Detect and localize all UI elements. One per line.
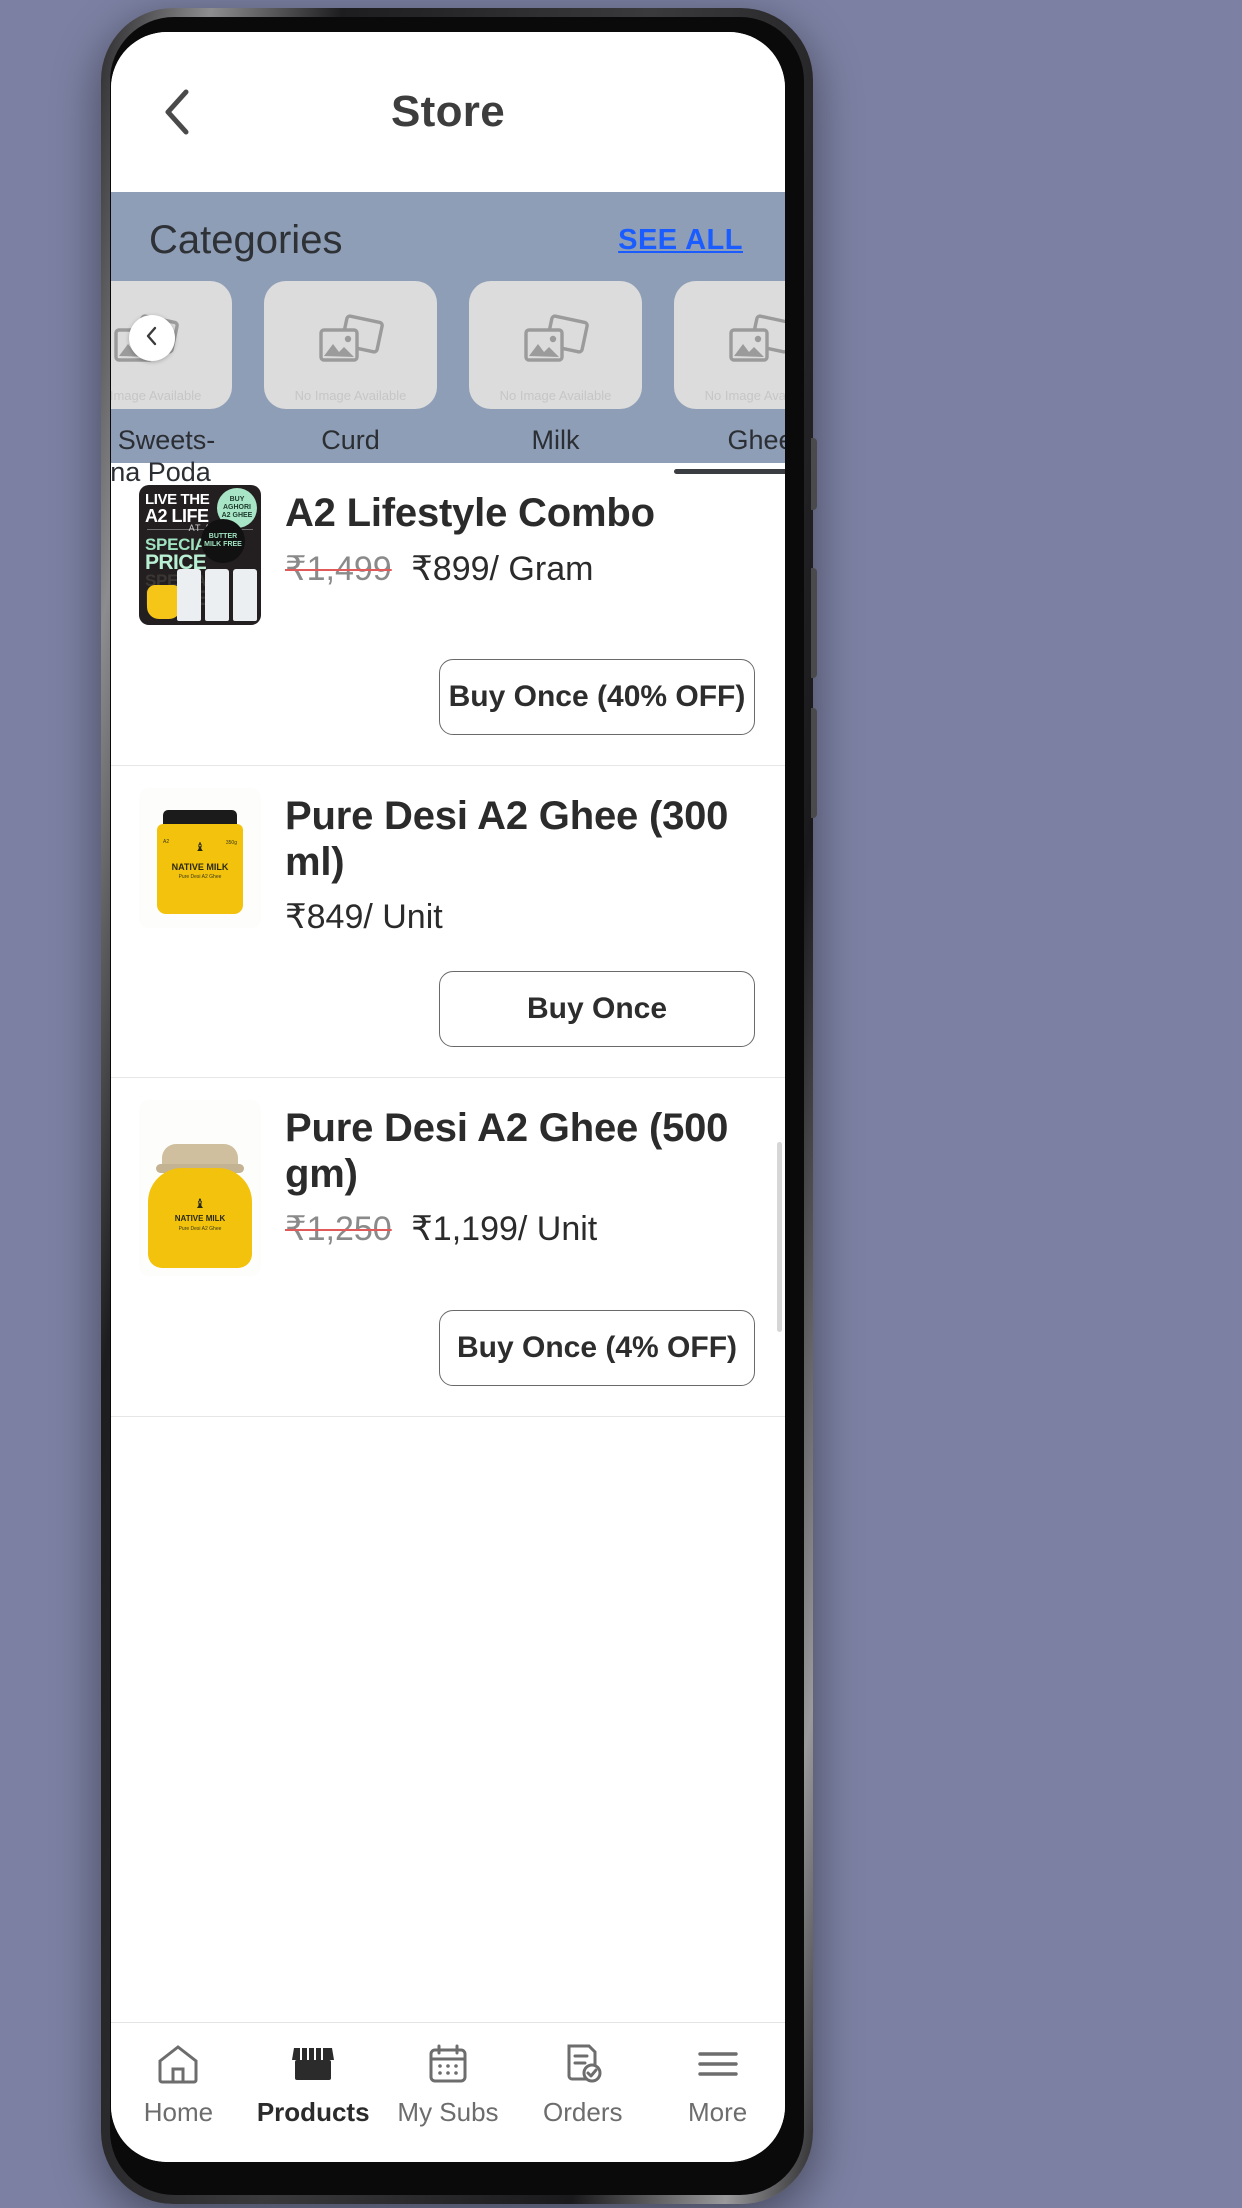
order-list-icon (561, 2041, 605, 2087)
product-row[interactable]: ♝ NATIVE MILK Pure Desi A2 Ghee Pure Des… (111, 1078, 785, 1418)
category-label: Curd (321, 425, 380, 455)
product-info: Pure Desi A2 Ghee (500 gm) ₹1,250 ₹1,199… (285, 1100, 757, 1276)
product-thumbnail: ♝ NATIVE MILK Pure Desi A2 Ghee (139, 1100, 261, 1277)
jar-subtitle: Pure Desi A2 Ghee (178, 874, 222, 880)
jar-logo-icon: ♝ (194, 1196, 206, 1212)
nav-label: Home (143, 2097, 214, 2127)
product-row[interactable]: LIVE THE A2 LIFE AT A SPECIAL PRICE SPEC… (111, 463, 785, 766)
promo-ghee-jar (147, 585, 181, 619)
product-main: ♝ NATIVE MILK Pure Desi A2 Ghee Pure Des… (139, 1100, 757, 1277)
product-main: LIVE THE A2 LIFE AT A SPECIAL PRICE SPEC… (139, 485, 757, 625)
product-info: Pure Desi A2 Ghee (300 ml) ₹849/ Unit (285, 788, 757, 937)
category-thumbnail: No Image Available (469, 281, 642, 409)
product-price-new: ₹899/ Gram (411, 549, 594, 588)
nav-item-orders[interactable]: Orders (515, 2041, 650, 2128)
categories-scroller[interactable]: No Image Available ive Sweets- hena Poda (111, 263, 785, 489)
product-thumbnail: LIVE THE A2 LIFE AT A SPECIAL PRICE SPEC… (139, 485, 261, 625)
product-price: ₹849/ Unit (285, 897, 757, 937)
nav-item-products[interactable]: Products (246, 2041, 381, 2128)
product-price: ₹1,499 ₹899/ Gram (285, 549, 757, 589)
categories-scroll-left-button[interactable] (129, 315, 175, 361)
chevron-left-icon (145, 326, 159, 351)
ghee-jar-artwork: ♝ NATIVE MILK Pure Desi A2 Ghee (139, 1100, 261, 1277)
buy-once-button[interactable]: Buy Once (439, 971, 755, 1048)
category-label: Milk (531, 425, 580, 455)
see-all-link[interactable]: SEE ALL (618, 224, 743, 257)
chevron-left-icon (162, 88, 192, 136)
product-row[interactable]: A2 350g ♝ NATIVE MILK Pure Desi A2 Ghee … (111, 766, 785, 1079)
product-price: ₹1,250 ₹1,199/ Unit (285, 1209, 757, 1249)
page-title: Store (391, 87, 505, 136)
promo-artwork: LIVE THE A2 LIFE AT A SPECIAL PRICE SPEC… (139, 485, 261, 625)
product-info: A2 Lifestyle Combo ₹1,499 ₹899/ Gram (285, 485, 757, 625)
app-screen: Store Categories SEE ALL Image Available… (111, 32, 785, 2162)
promo-bottles (177, 569, 257, 621)
category-item-milk[interactable]: No Image Available Milk (469, 281, 642, 489)
product-main: A2 350g ♝ NATIVE MILK Pure Desi A2 Ghee … (139, 788, 757, 937)
bottom-navigation: Home Products My Subs Orders More (111, 2022, 785, 2162)
product-price-new: ₹849/ Unit (285, 898, 443, 937)
category-thumbnail: No Image Available (264, 281, 437, 409)
image-placeholder-label: No Image Available (294, 388, 407, 403)
product-price-new: ₹1,199/ Unit (411, 1210, 598, 1249)
categories-section: Categories SEE ALL Image Available Sweet… (111, 192, 785, 487)
back-button[interactable] (151, 86, 203, 138)
product-name: A2 Lifestyle Combo (285, 491, 655, 535)
category-thumbnail: No Image Available (674, 281, 785, 409)
phone-side-button-volume-up[interactable] (811, 568, 817, 678)
categories-title: Categories (149, 218, 343, 262)
product-actions: Buy Once (139, 937, 757, 1077)
categories-header: Categories SEE ALL (111, 192, 785, 263)
promo-badge-free: BUTTER MILK FREE (201, 519, 245, 563)
product-name: Pure Desi A2 Ghee (500 gm) (285, 1106, 729, 1196)
nav-label: More (687, 2097, 748, 2127)
phone-frame: Store Categories SEE ALL Image Available… (101, 8, 817, 2204)
app-header: Store (111, 32, 785, 192)
product-name: Pure Desi A2 Ghee (300 ml) (285, 794, 729, 884)
jar-logo-icon: ♝ (194, 840, 206, 854)
nav-item-home[interactable]: Home (111, 2041, 246, 2128)
ghee-jar-artwork: A2 350g ♝ NATIVE MILK Pure Desi A2 Ghee (139, 788, 261, 928)
image-placeholder-icon (314, 313, 388, 378)
phone-side-button-volume-down[interactable] (811, 708, 817, 818)
image-placeholder-icon (724, 313, 785, 378)
product-price-old: ₹1,499 (285, 549, 392, 588)
hamburger-menu-icon (695, 2041, 741, 2087)
product-actions: Buy Once (40% OFF) (139, 625, 757, 765)
nav-label: Orders (543, 2097, 623, 2127)
product-price-old: ₹1,250 (285, 1210, 392, 1249)
buy-once-button[interactable]: Buy Once (40% OFF) (439, 659, 755, 735)
phone-side-button-mute[interactable] (811, 438, 817, 510)
image-placeholder-label: No Image Available (499, 388, 612, 403)
product-thumbnail: A2 350g ♝ NATIVE MILK Pure Desi A2 Ghee (139, 788, 261, 928)
jar-brand: NATIVE MILK (174, 1214, 226, 1224)
buy-once-button[interactable]: Buy Once (4% OFF) (439, 1310, 755, 1387)
calendar-icon (426, 2041, 470, 2087)
product-list: LIVE THE A2 LIFE AT A SPECIAL PRICE SPEC… (111, 463, 785, 1418)
image-placeholder-label: No Image Available (704, 388, 785, 403)
nav-item-my-subs[interactable]: My Subs (381, 2041, 516, 2128)
home-icon (155, 2041, 201, 2087)
nav-label: My Subs (397, 2097, 499, 2127)
product-actions: Buy Once (4% OFF) (139, 1276, 757, 1416)
nav-item-more[interactable]: More (650, 2041, 785, 2128)
scrollbar[interactable] (777, 1142, 782, 1332)
nav-label: Products (256, 2097, 370, 2127)
jar-brand: NATIVE MILK (171, 862, 229, 872)
image-placeholder-icon (519, 313, 593, 378)
category-label: Ghee (727, 425, 785, 455)
category-item-curd[interactable]: No Image Available Curd (264, 281, 437, 489)
jar-subtitle: Pure Desi A2 Ghee (178, 1226, 222, 1233)
image-placeholder-label: No Image Available (111, 388, 202, 403)
store-icon (289, 2041, 337, 2087)
category-item-native-sweets[interactable]: No Image Available ive Sweets- hena Poda (111, 281, 232, 489)
category-item-ghee[interactable]: No Image Available Ghee (674, 281, 785, 489)
jar-cloth-cover (156, 1144, 244, 1174)
category-label-line1: ive Sweets- (111, 425, 216, 455)
